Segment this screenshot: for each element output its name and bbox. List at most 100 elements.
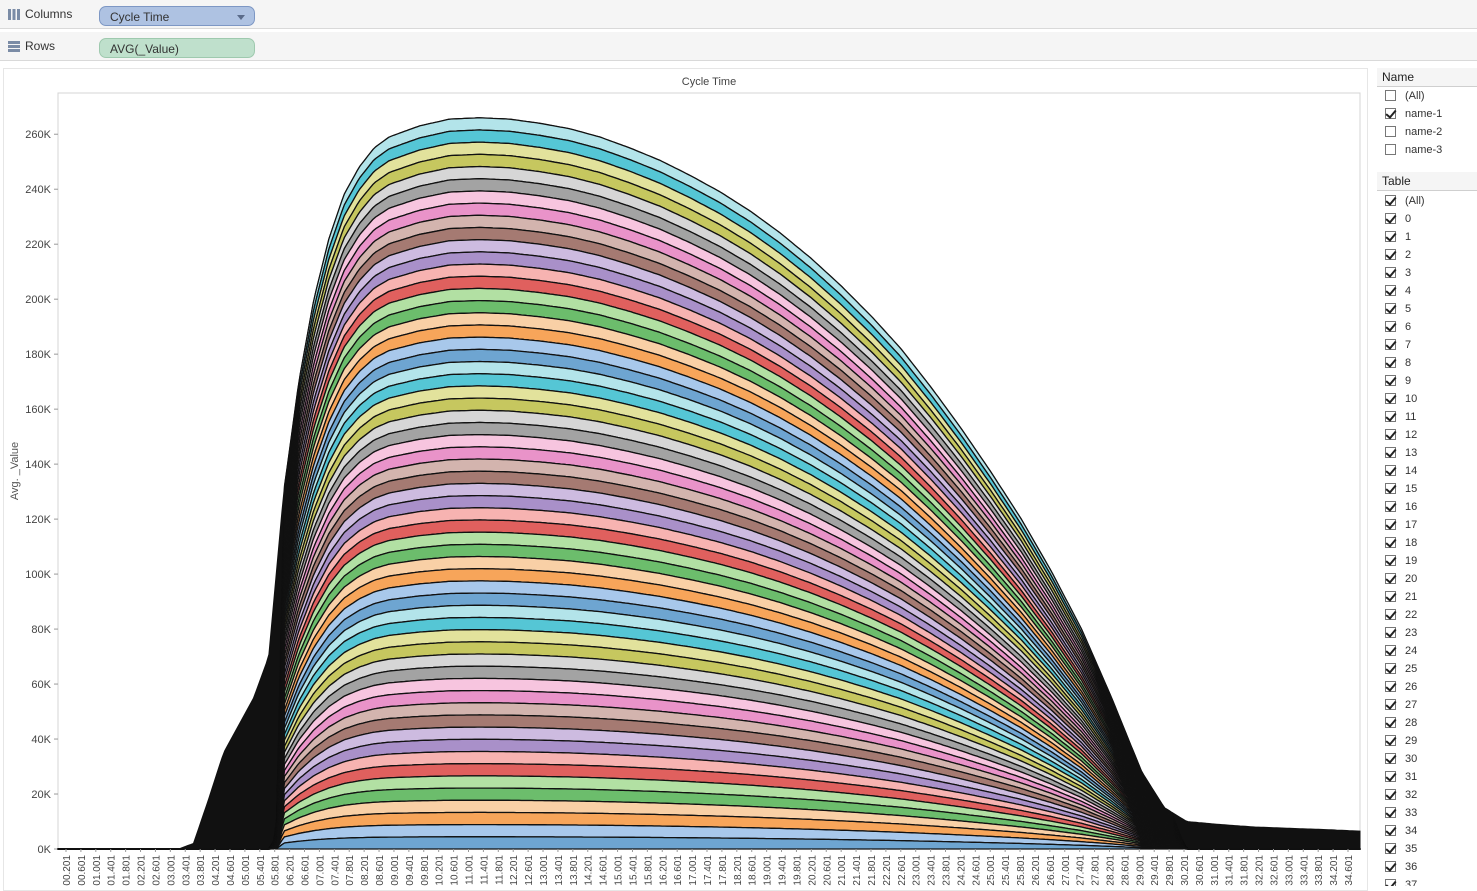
table-filter-item[interactable]: 30 <box>1377 750 1477 768</box>
table-filter-item[interactable]: 14 <box>1377 462 1477 480</box>
table-filter-item[interactable]: 11 <box>1377 408 1477 426</box>
table-filter-item[interactable]: 37 <box>1377 876 1477 886</box>
checkbox[interactable] <box>1385 108 1396 119</box>
checkbox[interactable] <box>1385 195 1396 206</box>
checkbox[interactable] <box>1385 357 1396 368</box>
checkbox[interactable] <box>1385 126 1396 137</box>
checkbox[interactable] <box>1385 537 1396 548</box>
table-filter-item[interactable]: 36 <box>1377 858 1477 876</box>
table-filter-item[interactable]: 12 <box>1377 426 1477 444</box>
checkbox[interactable] <box>1385 519 1396 530</box>
checkbox[interactable] <box>1385 411 1396 422</box>
table-filter-item[interactable]: 8 <box>1377 354 1477 372</box>
table-filter-item[interactable]: 31 <box>1377 768 1477 786</box>
checkbox[interactable] <box>1385 825 1396 836</box>
checkbox[interactable] <box>1385 375 1396 386</box>
checkbox[interactable] <box>1385 231 1396 242</box>
checkbox[interactable] <box>1385 879 1396 886</box>
table-filter-item[interactable]: 24 <box>1377 642 1477 660</box>
checkbox[interactable] <box>1385 717 1396 728</box>
table-filter-item[interactable]: 1 <box>1377 228 1477 246</box>
checkbox[interactable] <box>1385 663 1396 674</box>
checkbox[interactable] <box>1385 447 1396 458</box>
y-axis-label: Avg. _Value <box>9 442 21 500</box>
table-filter-item[interactable]: 25 <box>1377 660 1477 678</box>
table-filter-item[interactable]: 21 <box>1377 588 1477 606</box>
table-filter-item-label: 37 <box>1405 879 1418 886</box>
table-filter-item[interactable]: 33 <box>1377 804 1477 822</box>
checkbox[interactable] <box>1385 735 1396 746</box>
y-tick-label: 240K <box>25 184 51 196</box>
checkbox[interactable] <box>1385 321 1396 332</box>
table-filter-item[interactable]: 23 <box>1377 624 1477 642</box>
checkbox[interactable] <box>1385 144 1396 155</box>
checkbox[interactable] <box>1385 393 1396 404</box>
checkbox[interactable] <box>1385 555 1396 566</box>
checkbox[interactable] <box>1385 843 1396 854</box>
name-filter-item[interactable]: (All) <box>1377 87 1477 105</box>
checkbox[interactable] <box>1385 249 1396 260</box>
table-filter-item[interactable]: 29 <box>1377 732 1477 750</box>
table-filter-item[interactable]: 3 <box>1377 264 1477 282</box>
checkbox[interactable] <box>1385 267 1396 278</box>
checkbox[interactable] <box>1385 303 1396 314</box>
checkbox[interactable] <box>1385 861 1396 872</box>
checkbox[interactable] <box>1385 753 1396 764</box>
checkbox[interactable] <box>1385 627 1396 638</box>
table-filter-item[interactable]: 26 <box>1377 678 1477 696</box>
checkbox[interactable] <box>1385 789 1396 800</box>
name-filter-item[interactable]: name-3 <box>1377 141 1477 159</box>
checkbox[interactable] <box>1385 771 1396 782</box>
x-tick-label: 23.801 <box>942 855 953 886</box>
name-filter-item[interactable]: name-1 <box>1377 105 1477 123</box>
table-filter-item[interactable]: 28 <box>1377 714 1477 732</box>
chevron-down-icon[interactable] <box>237 15 245 20</box>
table-filter-item[interactable]: 18 <box>1377 534 1477 552</box>
table-filter-item[interactable]: (All) <box>1377 192 1477 210</box>
table-filter-item[interactable]: 17 <box>1377 516 1477 534</box>
x-tick-label: 32.201 <box>1255 855 1266 886</box>
checkbox[interactable] <box>1385 609 1396 620</box>
table-filter-item[interactable]: 20 <box>1377 570 1477 588</box>
table-filter-item[interactable]: 32 <box>1377 786 1477 804</box>
checkbox[interactable] <box>1385 429 1396 440</box>
table-filter-item[interactable]: 7 <box>1377 336 1477 354</box>
table-filter-item[interactable]: 0 <box>1377 210 1477 228</box>
checkbox[interactable] <box>1385 90 1396 101</box>
table-filter-item[interactable]: 35 <box>1377 840 1477 858</box>
checkbox[interactable] <box>1385 681 1396 692</box>
name-filter-list: (All) name-1 name-2 name-3 <box>1377 87 1477 159</box>
checkbox[interactable] <box>1385 699 1396 710</box>
checkbox[interactable] <box>1385 465 1396 476</box>
table-filter-item[interactable]: 2 <box>1377 246 1477 264</box>
x-tick-label: 07.401 <box>330 855 341 886</box>
table-filter-item[interactable]: 34 <box>1377 822 1477 840</box>
table-filter-item[interactable]: 5 <box>1377 300 1477 318</box>
checkbox[interactable] <box>1385 483 1396 494</box>
table-filter-item[interactable]: 6 <box>1377 318 1477 336</box>
table-filter-item[interactable]: 13 <box>1377 444 1477 462</box>
table-filter-item[interactable]: 16 <box>1377 498 1477 516</box>
table-filter-item[interactable]: 22 <box>1377 606 1477 624</box>
x-tick-label: 29.801 <box>1165 855 1176 886</box>
checkbox[interactable] <box>1385 807 1396 818</box>
x-tick-label: 08.601 <box>375 855 386 886</box>
table-filter-item[interactable]: 15 <box>1377 480 1477 498</box>
checkbox[interactable] <box>1385 591 1396 602</box>
checkbox[interactable] <box>1385 213 1396 224</box>
checkbox[interactable] <box>1385 285 1396 296</box>
table-filter-item[interactable]: 27 <box>1377 696 1477 714</box>
name-filter-item[interactable]: name-2 <box>1377 123 1477 141</box>
checkbox[interactable] <box>1385 501 1396 512</box>
rows-pill[interactable]: AVG(_Value) <box>99 38 255 58</box>
table-filter-item[interactable]: 19 <box>1377 552 1477 570</box>
columns-pill[interactable]: Cycle Time <box>99 6 255 26</box>
checkbox[interactable] <box>1385 339 1396 350</box>
checkbox[interactable] <box>1385 645 1396 656</box>
table-filter-item[interactable]: 9 <box>1377 372 1477 390</box>
x-tick-label: 11.401 <box>479 855 490 885</box>
table-filter-item[interactable]: 10 <box>1377 390 1477 408</box>
table-filter-item[interactable]: 4 <box>1377 282 1477 300</box>
x-tick-label: 16.201 <box>658 855 669 886</box>
checkbox[interactable] <box>1385 573 1396 584</box>
